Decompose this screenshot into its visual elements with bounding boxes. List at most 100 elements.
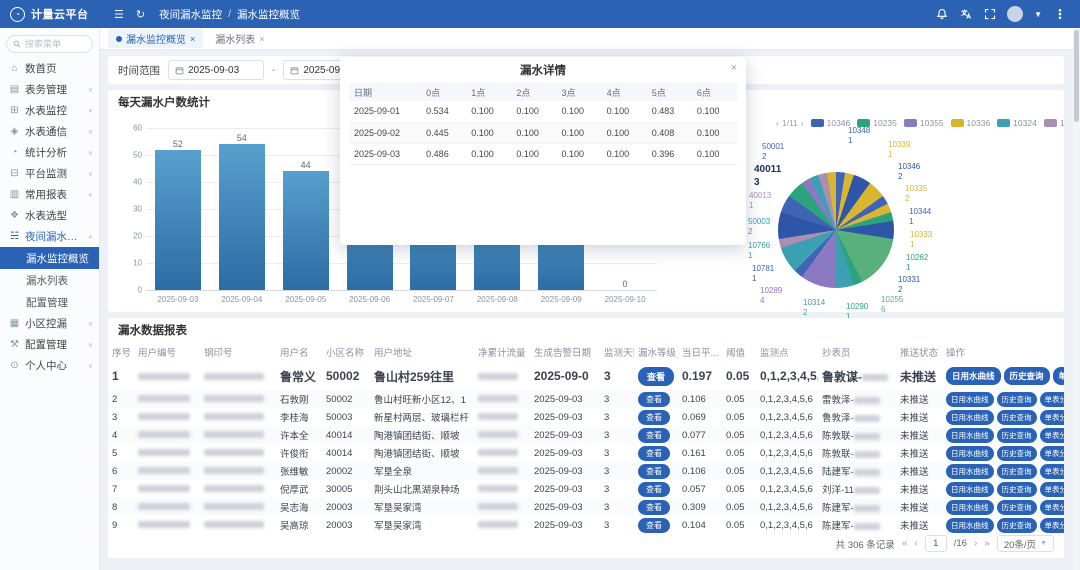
view-detail-pill[interactable]: 查看 (638, 500, 670, 515)
modal-table-row: 2025-09-020.4450.1000.1000.1000.1000.408… (349, 122, 737, 143)
view-detail-pill[interactable]: 查看 (638, 446, 670, 461)
tab-close-icon[interactable]: × (259, 34, 264, 44)
bar-value-label: 44 (301, 160, 311, 170)
sidebar-subitem-漏水列表[interactable]: 漏水列表 (0, 269, 99, 291)
action-日用水曲线[interactable]: 日用水曲线 (946, 410, 994, 425)
sidebar-subitem-漏水监控概览[interactable]: 漏水监控概览 (0, 247, 99, 269)
action-日用水曲线[interactable]: 日用水曲线 (946, 500, 994, 515)
sidebar-item-平台监测[interactable]: ⊟平台监测∨ (0, 163, 99, 184)
current-page-input[interactable]: 1 (925, 535, 947, 552)
sidebar-item-统计分析[interactable]: ◔统计分析∨ (0, 142, 99, 163)
action-单表分析[interactable]: 单表分析 (1040, 428, 1065, 443)
cell-seal-no-masked (200, 498, 276, 516)
bar[interactable] (155, 150, 201, 290)
platform-monitor-icon: ⊟ (9, 168, 20, 179)
sidebar-item-配置管理[interactable]: ⚒配置管理∨ (0, 334, 99, 355)
action-日用水曲线[interactable]: 日用水曲线 (946, 367, 1001, 385)
action-单表分析[interactable]: 单表分析 (1040, 518, 1065, 533)
calendar-icon (175, 66, 184, 75)
sidebar-item-小区控漏[interactable]: ▦小区控漏∨ (0, 313, 99, 334)
pie-label-value: 1 (748, 251, 770, 261)
bar-value-label: 52 (173, 139, 183, 149)
action-日用水曲线[interactable]: 日用水曲线 (946, 446, 994, 461)
action-日用水曲线[interactable]: 日用水曲线 (946, 428, 994, 443)
cell-index: 5 (108, 444, 134, 462)
action-单表分析[interactable]: 单表分析 (1040, 482, 1065, 497)
scrollbar-thumb[interactable] (1074, 30, 1079, 122)
view-detail-pill[interactable]: 查看 (638, 428, 670, 443)
action-单表分析[interactable]: 单表分析 (1040, 464, 1065, 479)
prev-page-button[interactable]: ‹ (914, 538, 917, 549)
action-历史查询[interactable]: 历史查询 (997, 392, 1037, 407)
sidebar-item-表务管理[interactable]: ▤表务管理∨ (0, 79, 99, 100)
notification-bell-icon[interactable] (935, 8, 948, 21)
tab-漏水监控概览[interactable]: 漏水监控概览× (108, 29, 203, 48)
avatar[interactable] (1007, 6, 1023, 22)
masked-value (138, 413, 190, 420)
first-page-button[interactable]: « (902, 538, 908, 549)
more-options-icon[interactable] (1053, 8, 1066, 21)
modal-close-icon[interactable]: × (731, 62, 737, 74)
sidebar-item-夜间漏水监控[interactable]: ☵夜间漏水监控∧ (0, 226, 99, 247)
action-历史查询[interactable]: 历史查询 (997, 428, 1037, 443)
sidebar-subitem-配置管理[interactable]: 配置管理 (0, 291, 99, 313)
modal-table-row: 2025-09-030.4860.1000.1000.1000.1000.396… (349, 143, 737, 164)
language-icon[interactable] (959, 8, 972, 21)
action-单表分析[interactable]: 单表分析 (1040, 500, 1065, 515)
action-日用水曲线[interactable]: 日用水曲线 (946, 392, 994, 407)
view-detail-pill[interactable]: 查看 (638, 464, 670, 479)
sidebar-search[interactable] (6, 35, 93, 53)
action-历史查询[interactable]: 历史查询 (997, 446, 1037, 461)
tab-close-icon[interactable]: × (190, 34, 195, 44)
action-日用水曲线[interactable]: 日用水曲线 (946, 482, 994, 497)
action-历史查询[interactable]: 历史查询 (997, 500, 1037, 515)
modal-col-header: 1点 (466, 83, 511, 101)
action-单表分析[interactable]: 单表分析 (1040, 446, 1065, 461)
view-detail-pill[interactable]: 查看 (638, 367, 674, 386)
legend-prev-icon[interactable]: ‹ (776, 118, 779, 128)
breadcrumb-parent[interactable]: 夜间漏水监控 (159, 7, 222, 22)
sidebar-item-水表通信[interactable]: ◈水表通信∨ (0, 121, 99, 142)
filter-funnel-icon[interactable]: ▼ (940, 351, 942, 358)
legend-item-10336[interactable]: 10336 (951, 118, 991, 128)
sidebar-search-input[interactable] (25, 39, 86, 49)
legend-next-icon[interactable]: › (801, 118, 804, 128)
sidebar-item-水表监控[interactable]: ⊞水表监控∨ (0, 100, 99, 121)
action-历史查询[interactable]: 历史查询 (997, 482, 1037, 497)
last-page-button[interactable]: » (984, 538, 990, 549)
collapse-menu-icon[interactable]: ☰ (114, 8, 124, 21)
legend-item-10324[interactable]: 10324 (997, 118, 1037, 128)
sidebar-item-常用报表[interactable]: ▥常用报表∨ (0, 184, 99, 205)
user-menu-chevron-icon[interactable]: ▼ (1034, 10, 1042, 19)
view-detail-pill[interactable]: 查看 (638, 410, 670, 425)
next-page-button[interactable]: › (974, 538, 977, 549)
sidebar-item-水表选型[interactable]: ❖水表选型 (0, 205, 99, 226)
sidebar-item-个人中心[interactable]: ⊙个人中心∨ (0, 355, 99, 376)
view-detail-pill[interactable]: 查看 (638, 482, 670, 497)
vertical-scrollbar[interactable] (1073, 28, 1080, 570)
sidebar-item-数首页[interactable]: ⌂数首页 (0, 58, 99, 79)
refresh-icon[interactable]: ↻ (136, 8, 145, 21)
action-日用水曲线[interactable]: 日用水曲线 (946, 464, 994, 479)
action-历史查询[interactable]: 历史查询 (997, 410, 1037, 425)
tab-漏水列表[interactable]: 漏水列表× (207, 29, 272, 48)
page-size-select[interactable]: 20条/页 ▼ (997, 535, 1054, 552)
legend-item-10381[interactable]: 10381 (1044, 118, 1064, 128)
action-历史查询[interactable]: 历史查询 (997, 464, 1037, 479)
action-日用水曲线[interactable]: 日用水曲线 (946, 518, 994, 533)
action-历史查询[interactable]: 历史查询 (997, 518, 1037, 533)
start-date-input[interactable]: 2025-09-03 (168, 60, 264, 80)
action-历史查询[interactable]: 历史查询 (1004, 367, 1050, 385)
fullscreen-icon[interactable] (983, 8, 996, 21)
action-单表分析[interactable]: 单表分析 (1040, 410, 1065, 425)
legend-item-10346[interactable]: 10346 (811, 118, 851, 128)
view-detail-pill[interactable]: 查看 (638, 392, 670, 407)
action-单表分析[interactable]: 单表分析 (1053, 367, 1064, 385)
legend-item-10355[interactable]: 10355 (904, 118, 944, 128)
pie-label-name: 10333 (910, 230, 932, 239)
pie[interactable] (778, 172, 894, 288)
view-detail-pill[interactable]: 查看 (638, 518, 670, 533)
bar[interactable] (219, 144, 265, 290)
action-单表分析[interactable]: 单表分析 (1040, 392, 1065, 407)
bar[interactable] (283, 171, 329, 290)
